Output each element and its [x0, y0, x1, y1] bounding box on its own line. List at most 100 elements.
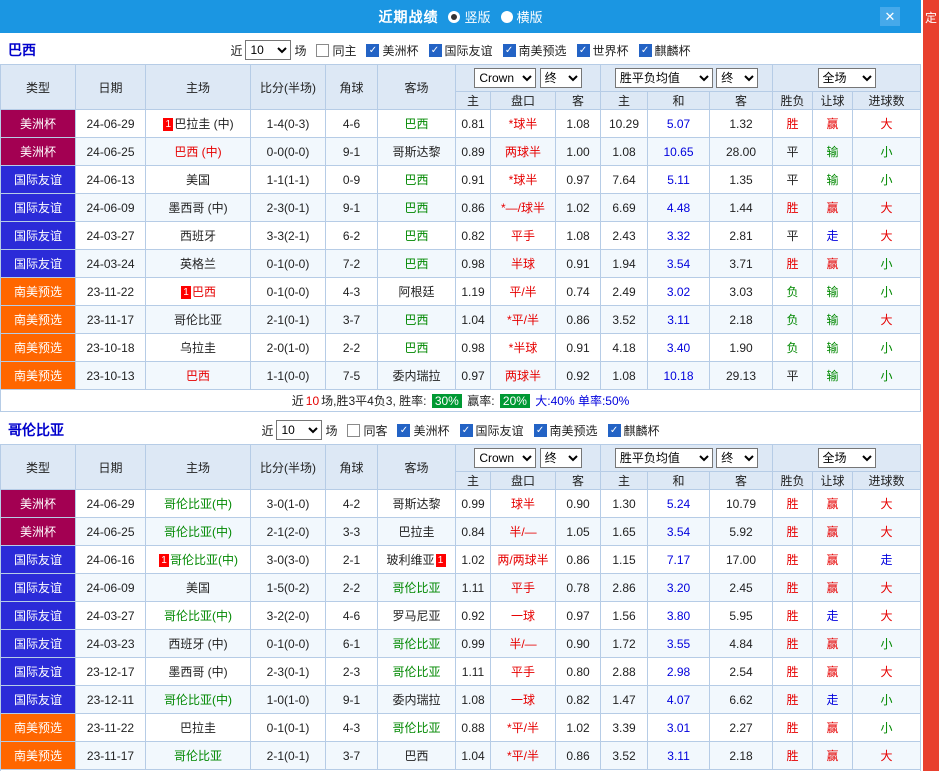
wdl-home-odds: 2.43: [600, 221, 649, 250]
team-label: 哥伦比亚: [173, 313, 222, 327]
home-team[interactable]: 英格兰: [145, 249, 251, 278]
match-date: 24-03-27: [75, 221, 146, 250]
odds-stage-select[interactable]: 终: [539, 448, 582, 468]
match-count-select[interactable]: 10: [245, 40, 292, 60]
away-team[interactable]: 巴西: [377, 109, 456, 138]
league-checkbox[interactable]: ✓: [397, 423, 411, 437]
win-rate-badge: 30%: [431, 394, 462, 408]
away-team[interactable]: 巴西: [377, 249, 456, 278]
away-team[interactable]: 巴西: [377, 333, 456, 362]
wdl-away-odds: 6.62: [709, 685, 774, 714]
home-team[interactable]: 1 巴西: [145, 277, 251, 306]
team-label: 美国: [185, 581, 210, 595]
wdl-stage-select[interactable]: 终: [716, 448, 759, 468]
home-team[interactable]: 墨西哥 (中): [145, 193, 251, 222]
away-team[interactable]: 哥伦比亚: [377, 657, 456, 686]
league-checkbox[interactable]: ✓: [428, 43, 442, 57]
odds-away: 1.02: [554, 193, 602, 222]
league-checkbox[interactable]: ✓: [533, 423, 547, 437]
home-team[interactable]: 巴西: [145, 361, 251, 390]
match-date: 23-11-17: [75, 305, 146, 334]
away-team[interactable]: 阿根廷: [377, 277, 456, 306]
league-checkbox[interactable]: ✓: [607, 423, 621, 437]
away-team[interactable]: 哥伦比亚: [377, 713, 456, 742]
home-team[interactable]: 哥伦比亚: [145, 741, 251, 770]
odds-handicap: *平/半: [490, 305, 556, 334]
layout-horizontal-option[interactable]: 横版: [500, 7, 543, 26]
home-team[interactable]: 巴西 (中): [145, 137, 251, 166]
away-team[interactable]: 巴西: [377, 221, 456, 250]
league-checkbox[interactable]: ✓: [638, 43, 652, 57]
handicap-rate-badge: 20%: [499, 394, 530, 408]
team-label: 巴西: [185, 369, 210, 383]
score: 2-3(0-1): [250, 193, 326, 222]
match-count-select[interactable]: 10: [276, 420, 323, 440]
home-team[interactable]: 哥伦比亚(中): [145, 489, 251, 518]
result-goals: 大: [852, 657, 922, 686]
company-select[interactable]: Crown: [474, 448, 537, 468]
away-team[interactable]: 巴西: [377, 305, 456, 334]
odds-handicap: 一球: [490, 601, 556, 630]
league-checkbox[interactable]: ✓: [366, 43, 380, 57]
match-row: 美洲杯 24-06-29 1 巴拉圭 (中) 1-4(0-3) 4-6 巴西 0.81 *球半 1…: [0, 109, 922, 138]
wdl-away-odds: 28.00: [709, 137, 774, 166]
away-team[interactable]: 哥伦比亚: [377, 629, 456, 658]
home-team[interactable]: 墨西哥 (中): [145, 657, 251, 686]
wdl-average-select[interactable]: 胜平负均值: [614, 68, 713, 88]
layout-vertical-option[interactable]: 竖版: [448, 7, 491, 26]
col-away: 客场: [377, 444, 456, 490]
away-team[interactable]: 委内瑞拉: [377, 685, 456, 714]
home-team[interactable]: 哥伦比亚(中): [145, 517, 251, 546]
away-team[interactable]: 巴拉圭: [377, 517, 456, 546]
company-select[interactable]: Crown: [474, 68, 537, 88]
team-label: 墨西哥 (中): [168, 665, 228, 679]
home-team[interactable]: 1 巴拉圭 (中): [145, 109, 251, 138]
result-goals: 大: [852, 221, 922, 250]
result-handicap: 输: [812, 165, 854, 194]
home-team[interactable]: 巴拉圭: [145, 713, 251, 742]
odds-home: 0.91: [455, 165, 491, 194]
league-checkbox[interactable]: ✓: [576, 43, 590, 57]
result-goals: 小: [852, 165, 922, 194]
away-team[interactable]: 罗马尼亚: [377, 601, 456, 630]
close-button[interactable]: ✕: [880, 7, 900, 26]
home-team[interactable]: 哥伦比亚: [145, 305, 251, 334]
home-team[interactable]: 乌拉圭: [145, 333, 251, 362]
scope-select[interactable]: 全场: [817, 448, 876, 468]
team-label: 墨西哥 (中): [168, 201, 228, 215]
away-team[interactable]: 哥斯达黎: [377, 137, 456, 166]
home-team[interactable]: 哥伦比亚(中): [145, 685, 251, 714]
radio-unselected-icon[interactable]: [500, 10, 513, 23]
wdl-stage-select[interactable]: 终: [716, 68, 759, 88]
result-goals: 小: [852, 277, 922, 306]
away-team[interactable]: 巴西: [377, 193, 456, 222]
away-team[interactable]: 巴西: [377, 165, 456, 194]
away-team[interactable]: 哥伦比亚: [377, 573, 456, 602]
odds-stage-select[interactable]: 终: [539, 68, 582, 88]
team-label: 哥斯达黎: [392, 145, 441, 159]
home-team[interactable]: 美国: [145, 165, 251, 194]
away-team[interactable]: 巴西: [377, 741, 456, 770]
home-team[interactable]: 西班牙 (中): [145, 629, 251, 658]
result-handicap: 赢: [812, 741, 854, 770]
result-handicap: 赢: [812, 545, 854, 574]
result-outcome: 负: [772, 333, 814, 362]
away-team[interactable]: 委内瑞拉: [377, 361, 456, 390]
radio-selected-icon[interactable]: [448, 10, 461, 23]
summary-row: 近 10 场,胜3平4负3, 胜率: 30% 赢率: 20% 大:40% 单率:50…: [0, 389, 922, 412]
away-team[interactable]: 哥斯达黎: [377, 489, 456, 518]
league-checkbox[interactable]: ✓: [502, 43, 516, 57]
wdl-average-select[interactable]: 胜平负均值: [614, 448, 713, 468]
result-outcome: 胜: [772, 573, 814, 602]
league-checkbox[interactable]: ✓: [459, 423, 473, 437]
home-team[interactable]: 1 哥伦比亚(中): [145, 545, 251, 574]
home-team[interactable]: 哥伦比亚(中): [145, 601, 251, 630]
home-team[interactable]: 美国: [145, 573, 251, 602]
scope-select[interactable]: 全场: [817, 68, 876, 88]
home-team[interactable]: 西班牙: [145, 221, 251, 250]
same-venue-checkbox[interactable]: [316, 43, 330, 57]
score: 0-0(0-0): [250, 137, 326, 166]
team-label: 哥伦比亚: [392, 637, 441, 651]
same-venue-checkbox[interactable]: [347, 423, 361, 437]
away-team[interactable]: 玻利维亚 1: [377, 545, 456, 574]
